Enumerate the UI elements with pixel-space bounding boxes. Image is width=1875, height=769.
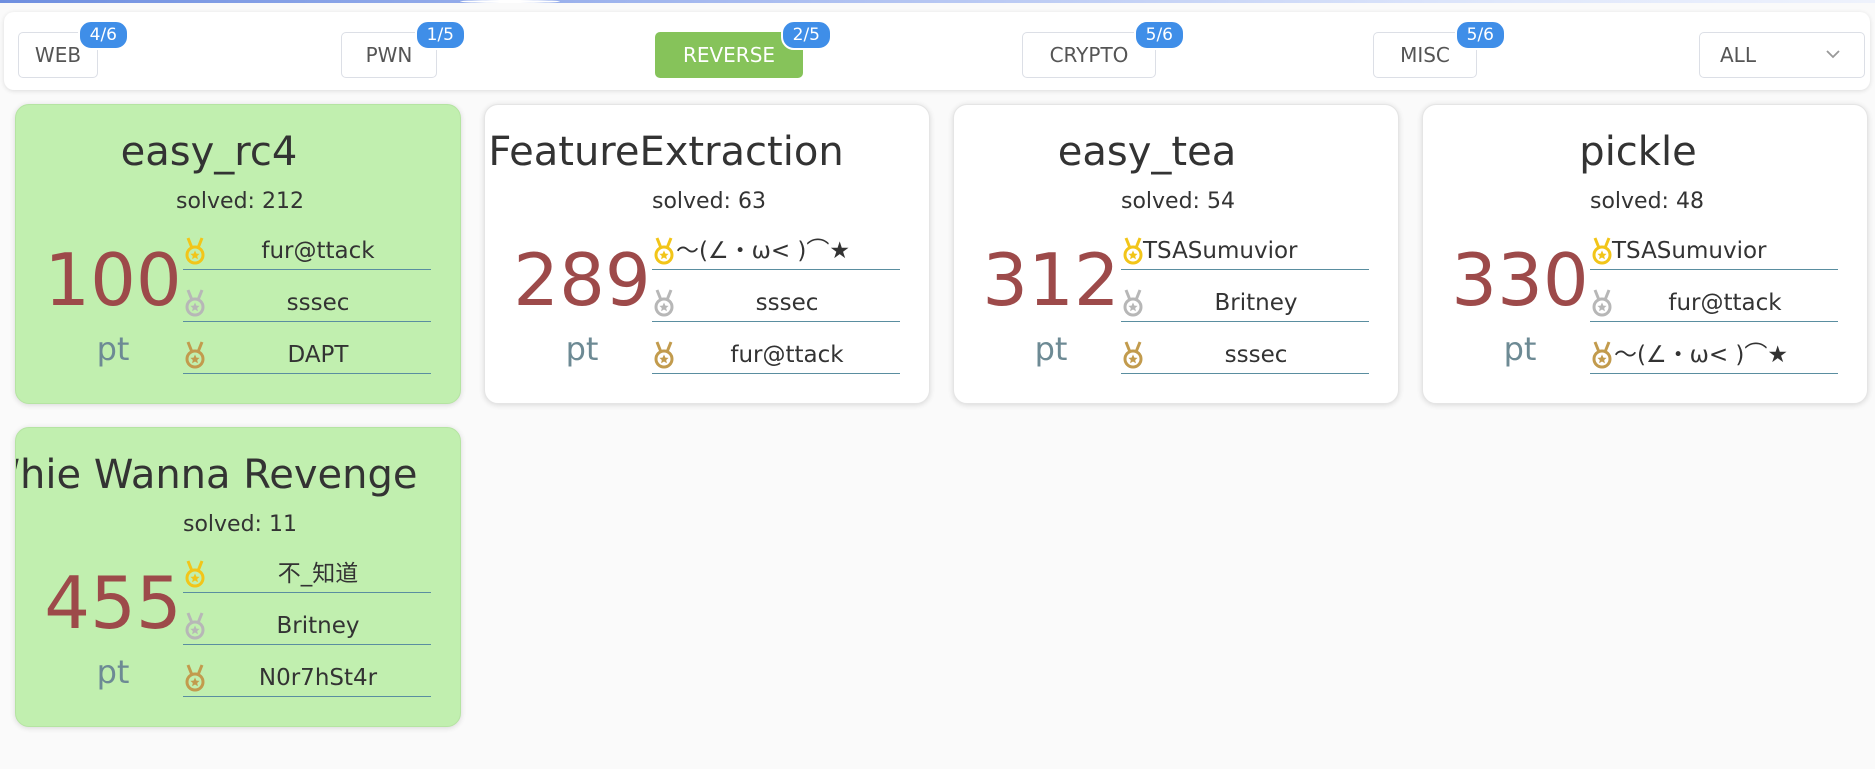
challenge-score: 330 [1451, 238, 1589, 322]
solver-name: TSASumuvior [1612, 238, 1767, 264]
solved-count: solved: 54 [1121, 189, 1235, 214]
top-progress-line [0, 0, 1875, 3]
solver-name: sssec [1224, 342, 1288, 368]
solve-count-badge: 5/6 [1454, 20, 1506, 50]
solve-count-badge: 4/6 [77, 20, 129, 50]
bronze-medal-icon [1121, 341, 1145, 369]
score-unit: pt [565, 330, 599, 368]
bronze-medal-icon [652, 341, 676, 369]
solver-name: N0r7hSt4r [258, 665, 378, 691]
second-blood: sssec [183, 285, 431, 322]
challenge-score: 100 [44, 238, 182, 322]
challenge-card[interactable]: pickle solved: 48 330 pt TSASumuvior fur… [1422, 104, 1868, 404]
filter-select[interactable]: ALL [1699, 32, 1865, 78]
third-blood: DAPT [183, 337, 431, 374]
challenge-title: easy_tea [1057, 129, 1237, 175]
first-blood: TSASumuvior [1121, 233, 1369, 270]
solver-name: sssec [755, 290, 819, 316]
score-unit: pt [96, 653, 130, 691]
tab-label: REVERSE [682, 43, 776, 67]
gold-medal-icon [183, 560, 207, 588]
tab-crypto[interactable]: CRYPTO 5/6 [1022, 20, 1185, 78]
silver-medal-icon [183, 289, 207, 317]
first-blood: fur@ttack [183, 233, 431, 270]
solver-name: Britney [276, 613, 360, 639]
first-blood: TSASumuvior [1590, 233, 1838, 270]
third-blood: ～(∠・ω< )⌒★ [1590, 337, 1838, 374]
challenge-card[interactable]: Whie Wanna Revenge solved: 11 455 pt 不_知… [15, 427, 461, 727]
third-blood: fur@ttack [652, 337, 900, 374]
silver-medal-icon [1590, 289, 1614, 317]
challenge-card[interactable]: FeatureExtraction solved: 63 289 pt ～(∠・… [484, 104, 930, 404]
challenge-title: pickle [1579, 129, 1697, 175]
bronze-medal-icon [183, 664, 207, 692]
solver-name: TSASumuvior [1143, 238, 1298, 264]
solve-count-badge: 1/5 [414, 20, 466, 50]
challenge-score: 289 [513, 238, 651, 322]
solved-count: solved: 48 [1590, 189, 1704, 214]
solve-count-badge: 2/5 [780, 20, 832, 50]
gold-medal-icon [183, 237, 207, 265]
solver-name: fur@ttack [1668, 290, 1782, 316]
silver-medal-icon [652, 289, 676, 317]
score-unit: pt [1503, 330, 1537, 368]
solver-name: 不_知道 [277, 561, 359, 587]
first-blood: ～(∠・ω< )⌒★ [652, 233, 900, 270]
tab-label: MISC [1400, 43, 1450, 67]
tab-label: WEB [34, 43, 82, 67]
bronze-medal-icon [1590, 341, 1614, 369]
tab-reverse[interactable]: REVERSE 2/5 [655, 20, 832, 78]
solver-name: fur@ttack [730, 342, 844, 368]
tab-pwn[interactable]: PWN 1/5 [341, 20, 466, 78]
solve-count-badge: 5/6 [1133, 20, 1185, 50]
silver-medal-icon [1121, 289, 1145, 317]
challenge-title: FeatureExtraction [488, 129, 844, 175]
challenge-score: 312 [982, 238, 1120, 322]
solved-count: solved: 212 [176, 189, 304, 214]
bronze-medal-icon [183, 341, 207, 369]
second-blood: sssec [652, 285, 900, 322]
tab-web[interactable]: WEB 4/6 [18, 20, 129, 78]
score-unit: pt [1034, 330, 1068, 368]
solver-name: ～(∠・ω< )⌒★ [676, 238, 851, 264]
second-blood: Britney [183, 608, 431, 645]
chevron-down-icon [1826, 50, 1840, 59]
challenge-title: Whie Wanna Revenge [15, 452, 418, 498]
solver-name: ～(∠・ω< )⌒★ [1614, 342, 1789, 368]
third-blood: sssec [1121, 337, 1369, 374]
tab-misc[interactable]: MISC 5/6 [1373, 20, 1506, 78]
second-blood: Britney [1121, 285, 1369, 322]
solver-name: Britney [1214, 290, 1298, 316]
challenge-title: easy_rc4 [120, 129, 298, 175]
second-blood: fur@ttack [1590, 285, 1838, 322]
solved-count: solved: 63 [652, 189, 766, 214]
score-unit: pt [96, 330, 130, 368]
first-blood: 不_知道 [183, 556, 431, 593]
challenge-score: 455 [44, 561, 182, 645]
filter-selected-value: ALL [1720, 43, 1756, 67]
solver-name: fur@ttack [261, 238, 375, 264]
solved-count: solved: 11 [183, 512, 297, 537]
category-tab-bar: WEB 4/6 PWN 1/5 REVERSE 2/5 CRYPTO 5/6 M… [4, 12, 1870, 90]
silver-medal-icon [183, 612, 207, 640]
challenge-card[interactable]: easy_tea solved: 54 312 pt TSASumuvior B… [953, 104, 1399, 404]
gold-medal-icon [652, 237, 676, 265]
gold-medal-icon [1590, 237, 1614, 265]
gold-medal-icon [1121, 237, 1145, 265]
tab-label: PWN [365, 43, 413, 67]
third-blood: N0r7hSt4r [183, 660, 431, 697]
tab-label: CRYPTO [1049, 43, 1129, 67]
solver-name: sssec [286, 290, 350, 316]
solver-name: DAPT [287, 342, 349, 368]
challenge-card[interactable]: easy_rc4 solved: 212 100 pt fur@ttack ss… [15, 104, 461, 404]
